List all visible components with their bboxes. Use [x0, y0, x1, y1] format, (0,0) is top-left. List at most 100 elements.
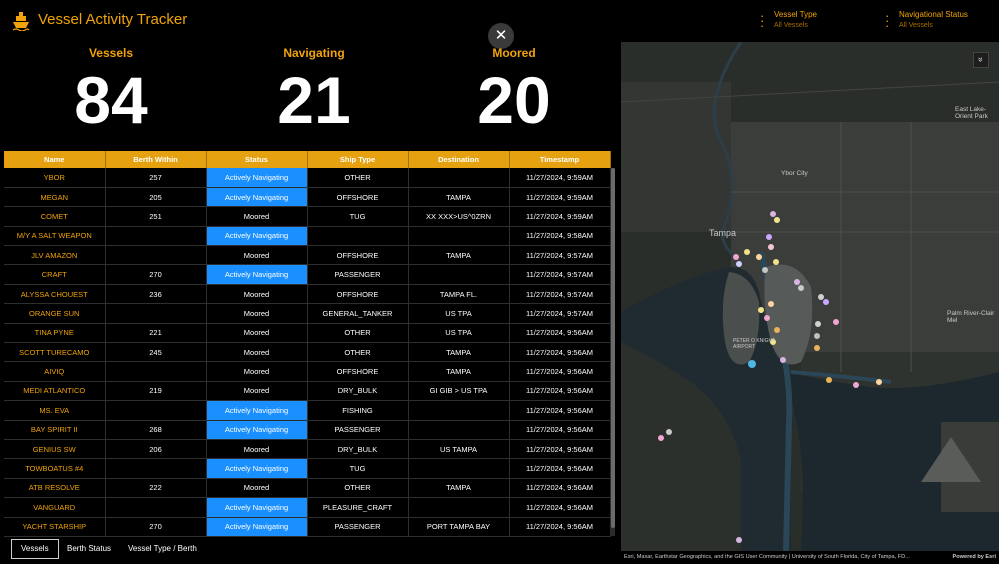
berth-cell: 206: [105, 439, 207, 460]
destination-cell: TAMPA: [408, 245, 510, 266]
kpi-label: Navigating: [283, 46, 345, 60]
table-row[interactable]: ATB RESOLVE 222 Moored OTHER TAMPA 11/27/2024…: [4, 478, 611, 499]
vessel-map[interactable]: Tampa Ybor City East Lake-Orient Park Pa…: [621, 42, 999, 551]
berth-cell: [105, 400, 207, 421]
table-row[interactable]: MEDI ATLANTICO 219 Moored DRY_BULK GI GIB > …: [4, 381, 611, 402]
vessel-name-cell: JLV AMAZON: [4, 245, 106, 266]
table-row[interactable]: M/Y A SALT WEAPON Actively Navigating 11/2…: [4, 226, 611, 247]
status-cell: Moored: [206, 206, 308, 227]
timestamp-cell: 11/27/2024, 9:57AM: [509, 264, 611, 285]
berth-cell: 221: [105, 323, 207, 344]
filter-value: All Vessels: [899, 22, 933, 29]
status-cell: Actively Navigating: [206, 517, 308, 537]
vessel-name-cell: ALYSSA CHOUEST: [4, 284, 106, 305]
ship-type-cell: OTHER: [307, 323, 409, 344]
timestamp-cell: 11/27/2024, 9:59AM: [509, 187, 611, 208]
berth-cell: 219: [105, 381, 207, 402]
vessel-name-cell: GENIUS SW: [4, 439, 106, 460]
timestamp-cell: 11/27/2024, 9:56AM: [509, 420, 611, 440]
tab-berth-status[interactable]: Berth Status: [67, 539, 111, 559]
ship-type-cell: OFFSHORE: [307, 284, 409, 305]
status-cell: Moored: [206, 361, 308, 382]
column-header[interactable]: Name: [4, 151, 106, 168]
status-cell: Actively Navigating: [206, 400, 308, 421]
status-cell: Actively Navigating: [206, 497, 308, 518]
status-cell: Moored: [206, 303, 308, 324]
table-row[interactable]: MEGAN 205 Actively Navigating OFFSHORE TAMPA…: [4, 187, 611, 208]
ship-type-cell: DRY_BULK: [307, 381, 409, 402]
ship-type-cell: OFFSHORE: [307, 187, 409, 208]
timestamp-cell: 11/27/2024, 9:56AM: [509, 497, 611, 518]
table-scrollbar[interactable]: [611, 168, 615, 536]
timestamp-cell: 11/27/2024, 9:58AM: [509, 226, 611, 247]
ship-type-cell: OTHER: [307, 342, 409, 363]
column-header[interactable]: Status: [206, 151, 308, 168]
timestamp-cell: 11/27/2024, 9:56AM: [509, 400, 611, 421]
timestamp-cell: 11/27/2024, 9:56AM: [509, 517, 611, 537]
table-row[interactable]: COMET 251 Moored TUG XX XXX>US^0ZRN 11/27/202…: [4, 206, 611, 227]
app-title: Vessel Activity Tracker: [38, 11, 188, 28]
table-row[interactable]: CRAFT 270 Actively Navigating PASSENGER 11/2…: [4, 264, 611, 285]
map-label-east-lake: East Lake-Orient Park: [955, 106, 988, 120]
filter-label: Vessel Type: [774, 10, 817, 19]
chevron-down-icon: »: [976, 56, 987, 63]
timestamp-cell: 11/27/2024, 9:56AM: [509, 323, 611, 344]
ship-type-cell: TUG: [307, 206, 409, 227]
berth-cell: [105, 226, 207, 247]
status-cell: Actively Navigating: [206, 226, 308, 247]
table-row[interactable]: TINA PYNE 221 Moored OTHER US TPA 11/27/2024,…: [4, 323, 611, 344]
destination-cell: [408, 497, 510, 518]
vessel-name-cell: BAY SPIRIT II: [4, 420, 106, 440]
vessel-name-cell: MEGAN: [4, 187, 106, 208]
status-cell: Actively Navigating: [206, 187, 308, 208]
table-row[interactable]: BAY SPIRIT II 268 Actively Navigating PASSE…: [4, 420, 611, 440]
berth-cell: 270: [105, 264, 207, 285]
table-row[interactable]: TOWBOATUS #4 Actively Navigating TUG 11/27/…: [4, 458, 611, 479]
table-row[interactable]: GENIUS SW 206 Moored DRY_BULK US TAMPA 11/27/…: [4, 439, 611, 460]
vessel-name-cell: TOWBOATUS #4: [4, 458, 106, 479]
table-row[interactable]: ORANGE SUN Moored GENERAL_TANKER US TPA 11/2…: [4, 303, 611, 324]
map-label-palm-river: Palm River-Clair Mel: [947, 310, 995, 324]
column-header[interactable]: Timestamp: [509, 151, 611, 168]
status-cell: Actively Navigating: [206, 264, 308, 285]
destination-cell: TAMPA: [408, 361, 510, 382]
tab-vessels[interactable]: Vessels: [11, 539, 59, 559]
kpi-vessels: Vessels 84: [11, 46, 211, 136]
timestamp-cell: 11/27/2024, 9:57AM: [509, 284, 611, 305]
berth-cell: 268: [105, 420, 207, 440]
berth-cell: 236: [105, 284, 207, 305]
ship-type-cell: OTHER: [307, 168, 409, 188]
scrollbar-thumb[interactable]: [611, 168, 615, 528]
table-row[interactable]: JLV AMAZON Moored OFFSHORE TAMPA 11/27/2024,…: [4, 245, 611, 266]
table-row[interactable]: YBOR 257 Actively Navigating OTHER 11/27/202…: [4, 168, 611, 188]
table-row[interactable]: VANGUARD Actively Navigating PLEASURE_CRAF…: [4, 497, 611, 518]
vessel-table: Name Berth Within Status Ship Type Destinati…: [4, 151, 616, 538]
table-row[interactable]: ALYSSA CHOUEST 236 Moored OFFSHORE TAMPA FL.…: [4, 284, 611, 305]
berth-cell: 245: [105, 342, 207, 363]
timestamp-cell: 11/27/2024, 9:56AM: [509, 342, 611, 363]
vessel-name-cell: M/Y A SALT WEAPON: [4, 226, 106, 247]
powered-by-esri[interactable]: Powered by Esri: [952, 551, 996, 564]
timestamp-cell: 11/27/2024, 9:56AM: [509, 361, 611, 382]
map-expand-button[interactable]: »: [973, 52, 989, 68]
timestamp-cell: 11/27/2024, 9:56AM: [509, 458, 611, 479]
table-row[interactable]: AIVIQ Moored OFFSHORE TAMPA 11/27/2024, 9:56…: [4, 361, 611, 382]
column-header[interactable]: Ship Type: [307, 151, 409, 168]
destination-cell: TAMPA FL.: [408, 284, 510, 305]
column-header[interactable]: Destination: [408, 151, 510, 168]
column-header[interactable]: Berth Within: [105, 151, 207, 168]
destination-cell: [408, 264, 510, 285]
filter-value: All Vessels: [774, 22, 808, 29]
table-row[interactable]: YACHT STARSHIP 270 Actively Navigating PASS…: [4, 517, 611, 537]
status-cell: Moored: [206, 323, 308, 344]
tab-vessel-type-berth[interactable]: Vessel Type / Berth: [128, 539, 197, 559]
destination-cell: [408, 458, 510, 479]
table-header-row: Name Berth Within Status Ship Type Destinati…: [4, 151, 611, 168]
status-cell: Moored: [206, 342, 308, 363]
status-cell: Moored: [206, 245, 308, 266]
table-row[interactable]: SCOTT TURECAMO 245 Moored OTHER TAMPA 11/27/2…: [4, 342, 611, 363]
destination-cell: PORT TAMPA BAY: [408, 517, 510, 537]
kpi-moored: Moored 20: [414, 46, 614, 136]
map-label-tampa: Tampa: [709, 228, 737, 238]
table-row[interactable]: MS. EVA Actively Navigating FISHING 11/27/2…: [4, 400, 611, 421]
